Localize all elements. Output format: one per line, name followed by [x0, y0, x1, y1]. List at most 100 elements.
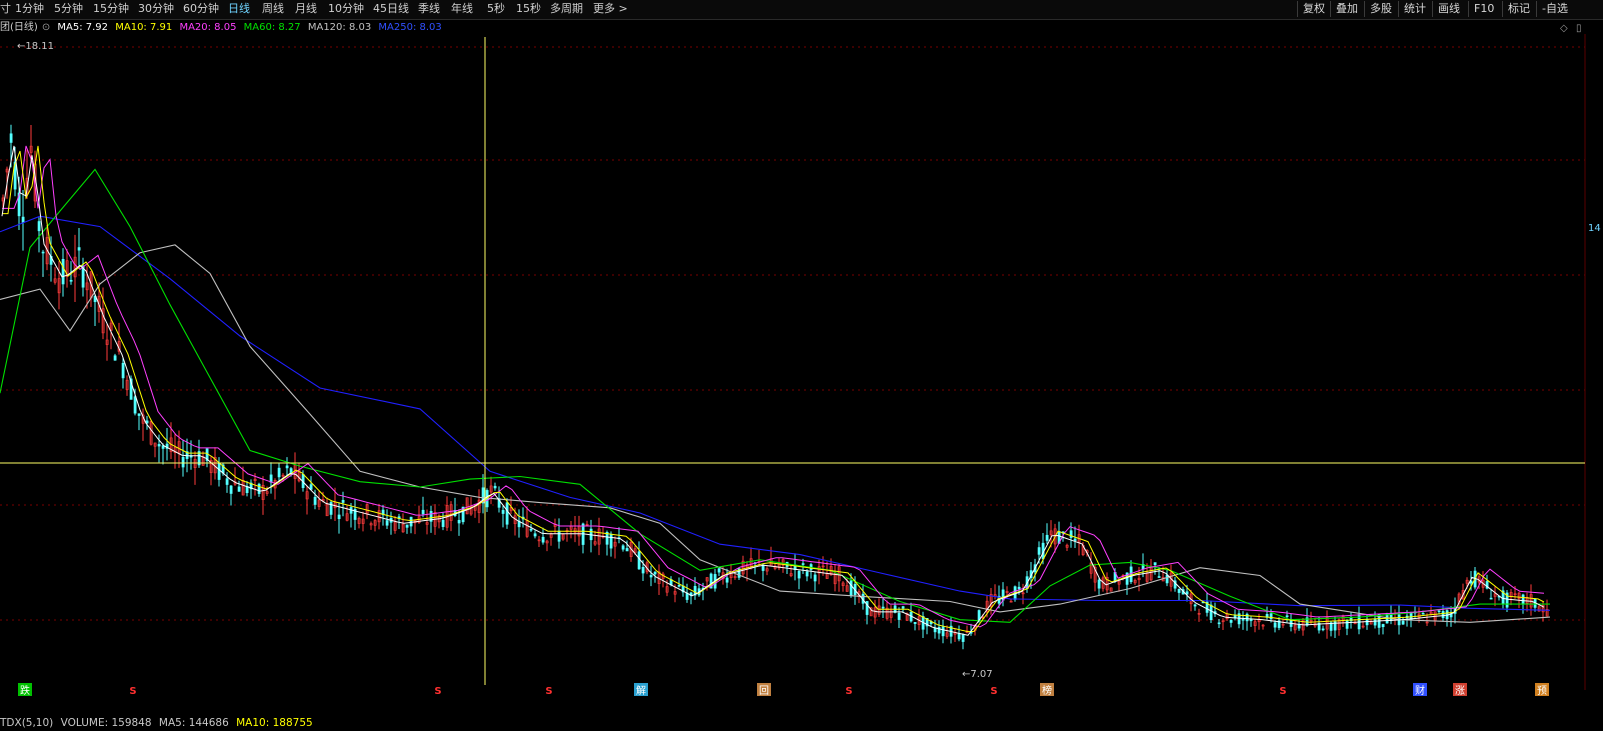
ma-line-ma20	[2, 145, 1545, 628]
high-price-label: ←18.11	[17, 41, 54, 52]
candle-body	[41, 251, 45, 254]
candle-body	[257, 483, 261, 494]
candle-body	[1153, 562, 1157, 565]
candle-body	[797, 571, 801, 579]
candle-body	[849, 580, 853, 596]
candle-body	[505, 502, 509, 525]
candle-body	[1193, 604, 1197, 607]
candle-body	[717, 568, 721, 573]
candle-body	[181, 457, 185, 468]
event-marker-label: 回	[759, 685, 769, 697]
candle-body	[9, 133, 13, 143]
candle-body	[625, 548, 629, 552]
event-marker-label: 涨	[1455, 685, 1465, 697]
candle-body	[1489, 597, 1493, 600]
candle-body	[541, 536, 545, 543]
candle-body	[933, 627, 937, 633]
candle-body	[941, 626, 945, 637]
candle-body	[529, 528, 533, 531]
candle-body	[957, 633, 961, 640]
candle-body	[441, 519, 445, 527]
candle-body	[533, 533, 537, 537]
candle-body	[1037, 547, 1041, 555]
candle-body	[217, 462, 221, 480]
candle-body	[237, 486, 241, 492]
candle-body	[309, 484, 313, 490]
candle-body	[405, 524, 409, 528]
candle-body	[69, 279, 73, 282]
candle-body	[621, 545, 625, 550]
candle-body	[493, 485, 497, 489]
candle-body	[913, 622, 917, 624]
candle-body	[1165, 574, 1169, 584]
candle-body	[677, 585, 681, 587]
candle-body	[1285, 615, 1289, 618]
event-marker-s: S	[1279, 686, 1286, 697]
candle-body	[269, 474, 273, 483]
event-marker-s: S	[845, 686, 852, 697]
candle-body	[113, 355, 117, 361]
candle-body	[1185, 591, 1189, 595]
candle-body	[1209, 604, 1213, 621]
overlays: ←18.11 ←7.07 14 跌 S S S 解 回 S S 榜 S 财 涨 预	[0, 37, 1601, 697]
event-marker-s: S	[129, 686, 136, 697]
candle-body	[1045, 534, 1049, 541]
candle-body	[637, 551, 641, 570]
candle-body	[21, 216, 25, 223]
candle-body	[1073, 538, 1077, 541]
candle-body	[1177, 588, 1181, 593]
candle-body	[409, 516, 413, 527]
candle-body	[61, 258, 65, 285]
event-marker-label: 预	[1537, 685, 1547, 697]
candle-body	[1421, 612, 1425, 615]
candle-body	[277, 467, 281, 478]
candle-body	[121, 362, 125, 379]
candle-body	[501, 510, 505, 514]
candle-body	[1521, 594, 1525, 605]
candle-body	[37, 221, 41, 232]
right-axis-price-label: 14	[1588, 223, 1601, 234]
candle-body	[313, 496, 317, 505]
volume-indicator-name: TDX(5,10)	[0, 717, 54, 729]
candle-body	[1157, 576, 1161, 578]
event-marker-label: 解	[636, 684, 646, 697]
candle-body	[801, 563, 805, 565]
candle-body	[1437, 610, 1441, 613]
low-price-label: ←7.07	[962, 669, 993, 680]
candle-body	[1321, 628, 1325, 631]
volume-indicator-bar: TDX(5,10) VOLUME: 159848 MA5: 144686 MA1…	[0, 715, 1603, 731]
candle-body	[653, 571, 657, 575]
candle-body	[133, 396, 137, 414]
candle-body	[337, 514, 341, 520]
candle-body	[609, 533, 613, 549]
candle-body	[1245, 613, 1249, 622]
candle-body	[385, 520, 389, 526]
kline-chart: ←18.11 ←7.07 14 跌 S S S 解 回 S S 榜 S 财 涨 预	[0, 34, 1601, 697]
candle-body	[1401, 620, 1405, 625]
candle-body	[641, 566, 645, 574]
event-marker-s: S	[434, 686, 441, 697]
candle-body	[341, 499, 345, 503]
candle-body	[1217, 622, 1221, 625]
candle-body	[1441, 611, 1445, 619]
candle-body	[649, 574, 653, 578]
volume-value: VOLUME: 159848	[60, 717, 152, 729]
event-marker-label: 财	[1415, 684, 1425, 697]
candle-body	[421, 509, 425, 515]
event-marker-label: 跌	[20, 684, 30, 697]
candle-body	[457, 519, 461, 524]
candle-body	[1229, 620, 1233, 623]
candle-body	[137, 413, 141, 416]
candle-body	[557, 530, 561, 542]
candle-body	[961, 634, 965, 642]
event-marker-s: S	[545, 686, 552, 697]
candle-body	[157, 444, 161, 447]
volume-ma5: MA5: 144686	[158, 717, 229, 729]
candle-body	[813, 574, 817, 582]
candle-body	[1381, 624, 1385, 628]
candle-body	[1097, 579, 1101, 589]
candle-body	[897, 612, 901, 620]
candlesticks	[1, 124, 1549, 650]
candle-body	[1273, 622, 1277, 628]
candle-body	[725, 577, 729, 583]
